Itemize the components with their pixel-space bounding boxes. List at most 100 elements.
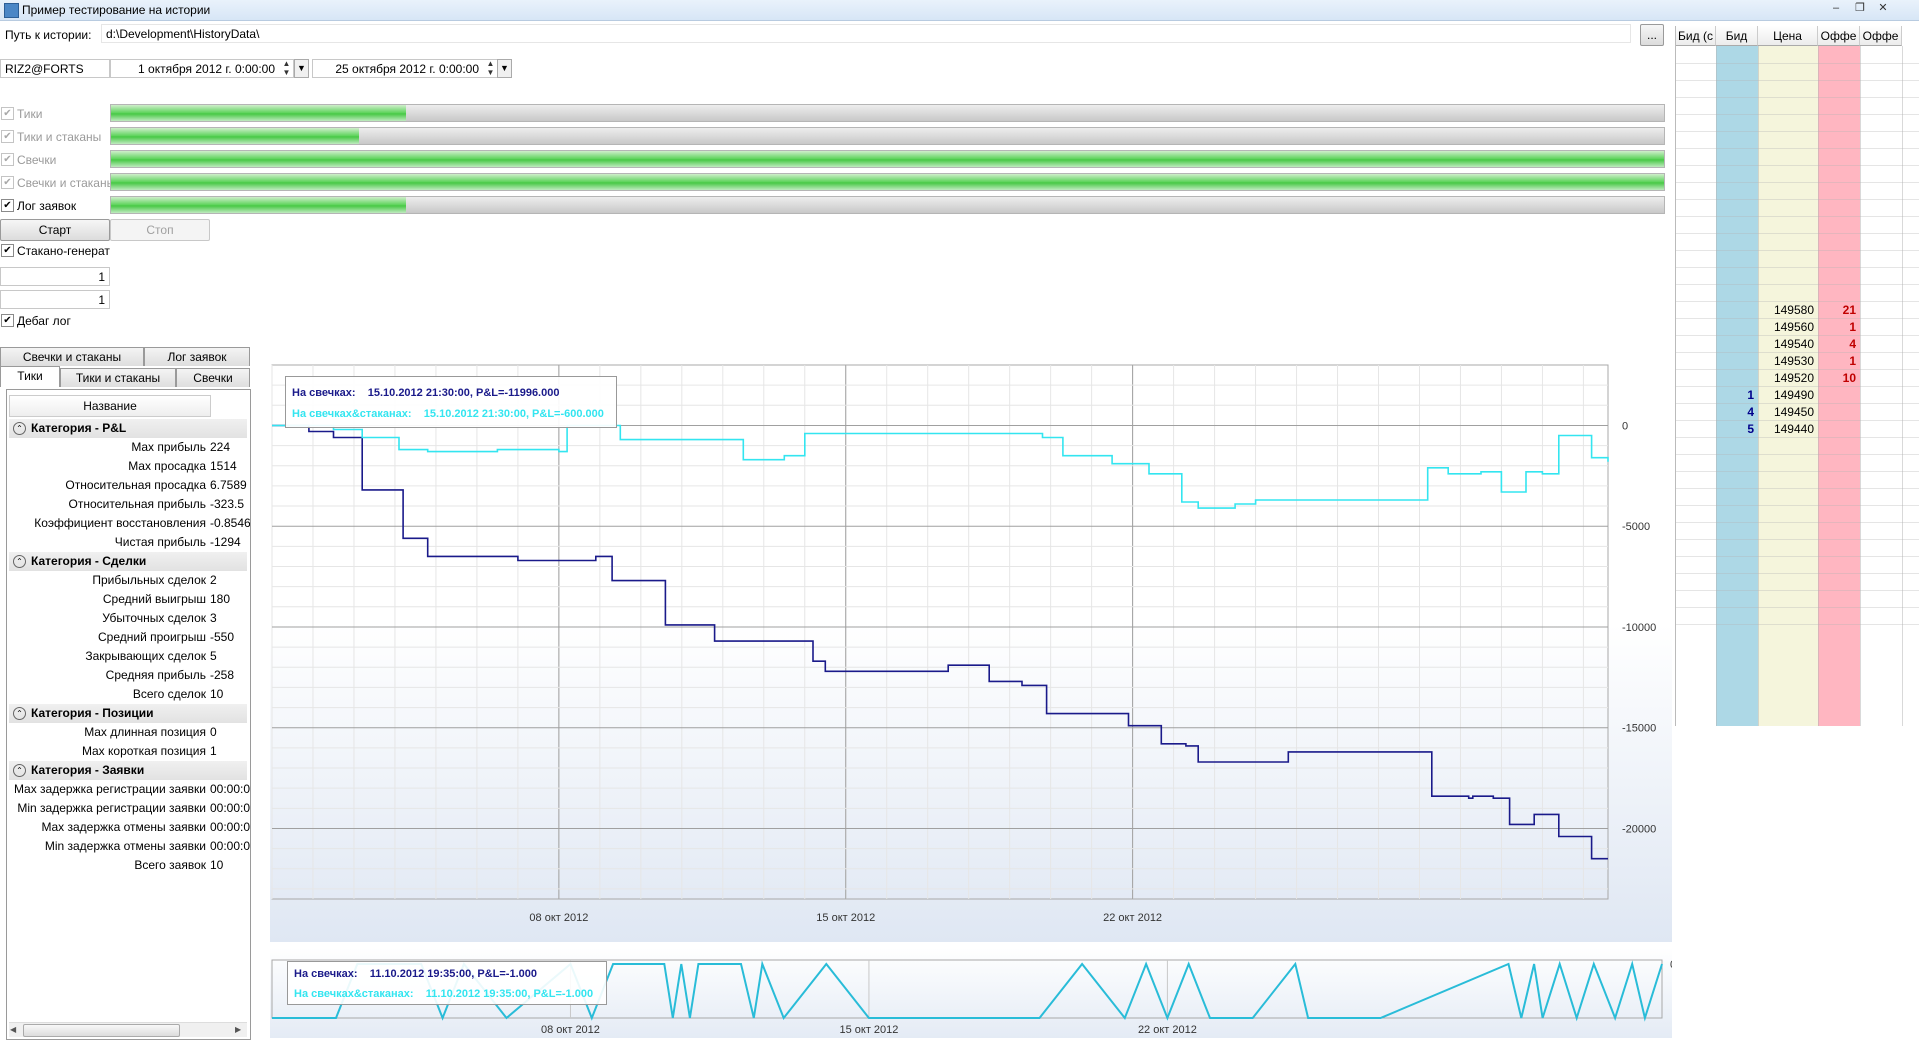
grid-line: [1676, 80, 1919, 81]
ask-volume-cell: 10: [1842, 371, 1856, 385]
collapse-icon[interactable]: ⌃: [13, 422, 26, 435]
stats-row: Средняя прибыль -258: [9, 666, 247, 685]
order-book: Бид (с Бид Цена Оффе Оффе 149580 21 149560…: [1675, 26, 1919, 726]
stats-row-value: 180: [210, 592, 231, 606]
stats-category[interactable]: ⌃ Категория - Сделки: [9, 552, 247, 571]
ask-volume-cell: 1: [1849, 354, 1856, 368]
grid-line: [1860, 46, 1861, 726]
close-button[interactable]: ✕: [1872, 1, 1894, 15]
bid-price-cell: 149490: [1773, 388, 1814, 402]
navigator-y-tick-label: 0: [1670, 959, 1672, 971]
tab-candles-depth[interactable]: Свечки и стаканы: [0, 347, 144, 366]
grid-line: [1676, 607, 1919, 608]
grid-line: [1676, 403, 1919, 404]
ask-price-cell: 149520: [1773, 371, 1814, 385]
stats-row-name: Закрывающих сделок: [85, 649, 206, 663]
navigator-tooltip-series1-value: 11.10.2012 19:35:00, P&L=-1.000: [369, 968, 537, 980]
grid-line: [1676, 471, 1919, 472]
generator-value-1[interactable]: 1: [0, 267, 110, 286]
grid-line: [1676, 301, 1919, 302]
stats-row: Всего заявок 10: [9, 856, 247, 875]
stats-row-value: -323.5: [210, 497, 245, 511]
date-from-input[interactable]: 1 октября 2012 г. 0:00:00: [110, 59, 294, 78]
statistics-header: Название: [9, 395, 211, 417]
stats-row-value: 2: [210, 573, 217, 587]
mode-checkbox-ticks[interactable]: ✔: [1, 107, 14, 120]
stats-row: Относительная прибыль -323.5: [9, 495, 247, 514]
header-bid-own[interactable]: Бид (с: [1676, 26, 1716, 46]
date-to-spinner[interactable]: ▲ ▼: [484, 59, 497, 78]
date-from-spinner[interactable]: ▲ ▼: [280, 59, 293, 78]
bid-volume-cell: 5: [1747, 422, 1754, 436]
x-tick-label: 22 окт 2012: [1103, 912, 1162, 924]
navigator-tooltip-series2-name: На свечках&стаканах:: [294, 988, 414, 1000]
generator-value-2[interactable]: 1: [0, 290, 110, 309]
mode-checkbox-candles-depth[interactable]: ✔: [1, 176, 14, 189]
date-to-input[interactable]: 25 октября 2012 г. 0:00:00: [312, 59, 498, 78]
collapse-icon[interactable]: ⌃: [13, 707, 26, 720]
stats-row: Max короткая позиция 1: [9, 742, 247, 761]
stats-row: Средний выигрыш 180: [9, 590, 247, 609]
equity-chart[interactable]: 0 -5000 -10000 -15000 -20000 08 окт 2012 15 ок…: [270, 364, 1672, 942]
depth-generator-checkbox[interactable]: ✔: [1, 244, 14, 257]
debug-log-checkbox[interactable]: ✔: [1, 314, 14, 327]
collapse-icon[interactable]: ⌃: [13, 555, 26, 568]
mode-label-ticks: Тики: [17, 107, 43, 121]
stats-row-value: 10: [210, 687, 224, 701]
stats-row-name: Средний выигрыш: [102, 592, 206, 606]
grid-line: [1676, 284, 1919, 285]
header-price[interactable]: Цена: [1758, 26, 1818, 46]
stats-row-name: Max прибыль: [131, 440, 206, 454]
header-ask[interactable]: Оффе: [1818, 26, 1860, 46]
grid-line: [1676, 131, 1919, 132]
grid-line: [1758, 46, 1759, 726]
title-bar: Пример тестирование на истории ‒ ❐ ✕: [0, 0, 1919, 21]
y-tick-label: -5000: [1622, 521, 1650, 533]
mode-checkbox-ticks-depth[interactable]: ✔: [1, 130, 14, 143]
bid-price-cell: 149440: [1773, 422, 1814, 436]
tab-ticks[interactable]: Тики: [0, 366, 60, 387]
mode-checkbox-order-log[interactable]: ✔: [1, 199, 14, 212]
date-from-dropdown[interactable]: ▼: [294, 59, 309, 78]
navigator-chart[interactable]: 0 08 окт 2012 15 окт 2012 22 окт 2012 На св…: [270, 948, 1676, 1038]
header-bid[interactable]: Бид: [1716, 26, 1758, 46]
minimize-button[interactable]: ‒: [1826, 1, 1846, 15]
grid-line: [1676, 420, 1919, 421]
grid-line: [1676, 488, 1919, 489]
statistics-horizontal-scrollbar[interactable]: ◀ ▶: [9, 1022, 247, 1037]
stats-row-value: 00:00:00: [210, 820, 250, 834]
history-path-input[interactable]: d:\Development\HistoryData\: [101, 24, 1631, 43]
grid-line: [1676, 573, 1919, 574]
grid-line: [1676, 216, 1919, 217]
browse-button[interactable]: ...: [1640, 24, 1664, 46]
progress-bar-ticks-depth: [110, 127, 1665, 145]
header-ask-own[interactable]: Оффе: [1860, 26, 1902, 46]
grid-line: [1676, 369, 1919, 370]
stats-row-name: Max просадка: [128, 459, 206, 473]
navigator-x-tick-label: 15 окт 2012: [839, 1024, 898, 1036]
stats-row-name: Min задержка отмены заявки: [44, 839, 206, 853]
tab-ticks-depth[interactable]: Тики и стаканы: [60, 368, 176, 387]
stop-button[interactable]: Стоп: [110, 219, 210, 241]
grid-line: [1902, 46, 1903, 726]
tab-order-log[interactable]: Лог заявок: [144, 347, 250, 366]
stats-category[interactable]: ⌃ Категория - Заявки: [9, 761, 247, 780]
stats-row-value: -1294: [210, 535, 241, 549]
grid-line: [1676, 590, 1919, 591]
ask-price-cell: 149540: [1773, 337, 1814, 351]
start-button[interactable]: Старт: [0, 219, 110, 241]
security-input[interactable]: RIZ2@FORTS: [0, 59, 110, 78]
collapse-icon[interactable]: ⌃: [13, 764, 26, 777]
x-tick-label: 08 окт 2012: [529, 912, 588, 924]
stats-row-value: 3: [210, 611, 217, 625]
grid-line: [1676, 250, 1919, 251]
ask-volume-cell: 1: [1849, 320, 1856, 334]
app-icon: [4, 3, 19, 18]
maximize-button[interactable]: ❐: [1850, 1, 1870, 15]
stats-category[interactable]: ⌃ Категория - P&L: [9, 419, 247, 438]
date-to-dropdown[interactable]: ▼: [497, 59, 512, 78]
grid-line: [1676, 267, 1919, 268]
mode-checkbox-candles[interactable]: ✔: [1, 153, 14, 166]
stats-category[interactable]: ⌃ Категория - Позиции: [9, 704, 247, 723]
tab-candles[interactable]: Свечки: [176, 368, 250, 387]
